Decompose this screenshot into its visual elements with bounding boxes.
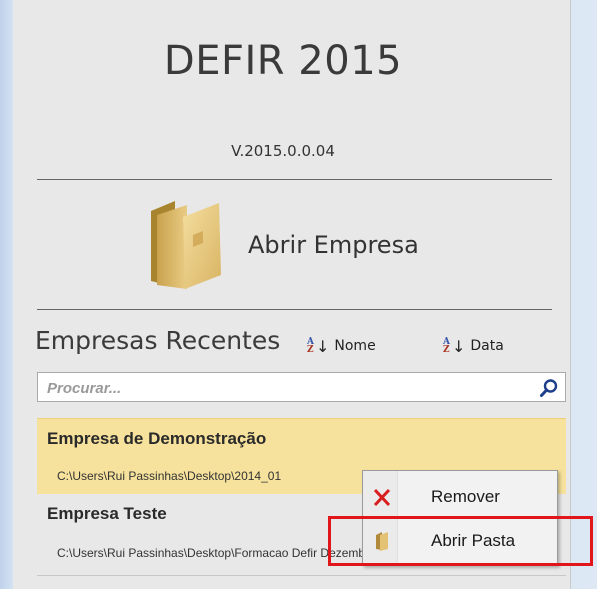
sort-by-date-button[interactable]: AZ ↓ Data <box>443 333 504 359</box>
sort-arrow-icon: ↓ <box>315 336 330 356</box>
highlight-annotation-box <box>328 516 593 566</box>
sort-by-name-button[interactable]: AZ ↓ Nome <box>307 333 376 359</box>
divider <box>37 309 552 310</box>
search-icon[interactable] <box>539 378 559 398</box>
remove-x-icon <box>373 488 391 507</box>
sort-by-date-label: Data <box>470 338 504 354</box>
list-separator <box>37 575 566 576</box>
search-input[interactable] <box>45 374 519 402</box>
menu-item-label: Remover <box>431 487 500 506</box>
company-path: C:\Users\Rui Passinhas\Desktop\2014_01 <box>57 469 282 483</box>
company-name: Empresa Teste <box>47 504 167 523</box>
search-box <box>37 372 566 402</box>
sort-arrow-icon: ↓ <box>451 336 466 356</box>
menu-item-remove[interactable]: Remover <box>363 475 557 519</box>
company-name: Empresa de Demonstração <box>47 429 267 448</box>
window-left-border <box>0 0 13 589</box>
app-title: DEFIR 2015 <box>163 38 403 84</box>
recent-companies-title: Empresas Recentes <box>35 326 281 355</box>
sort-az-icon: AZ <box>307 337 314 355</box>
divider <box>37 179 552 180</box>
open-company-button[interactable]: Abrir Empresa <box>145 195 465 295</box>
folder-icon <box>151 201 221 289</box>
open-company-label: Abrir Empresa <box>248 231 419 259</box>
sort-by-name-label: Nome <box>334 338 376 354</box>
sort-az-icon: AZ <box>443 337 450 355</box>
app-version: V.2015.0.0.04 <box>231 142 335 160</box>
